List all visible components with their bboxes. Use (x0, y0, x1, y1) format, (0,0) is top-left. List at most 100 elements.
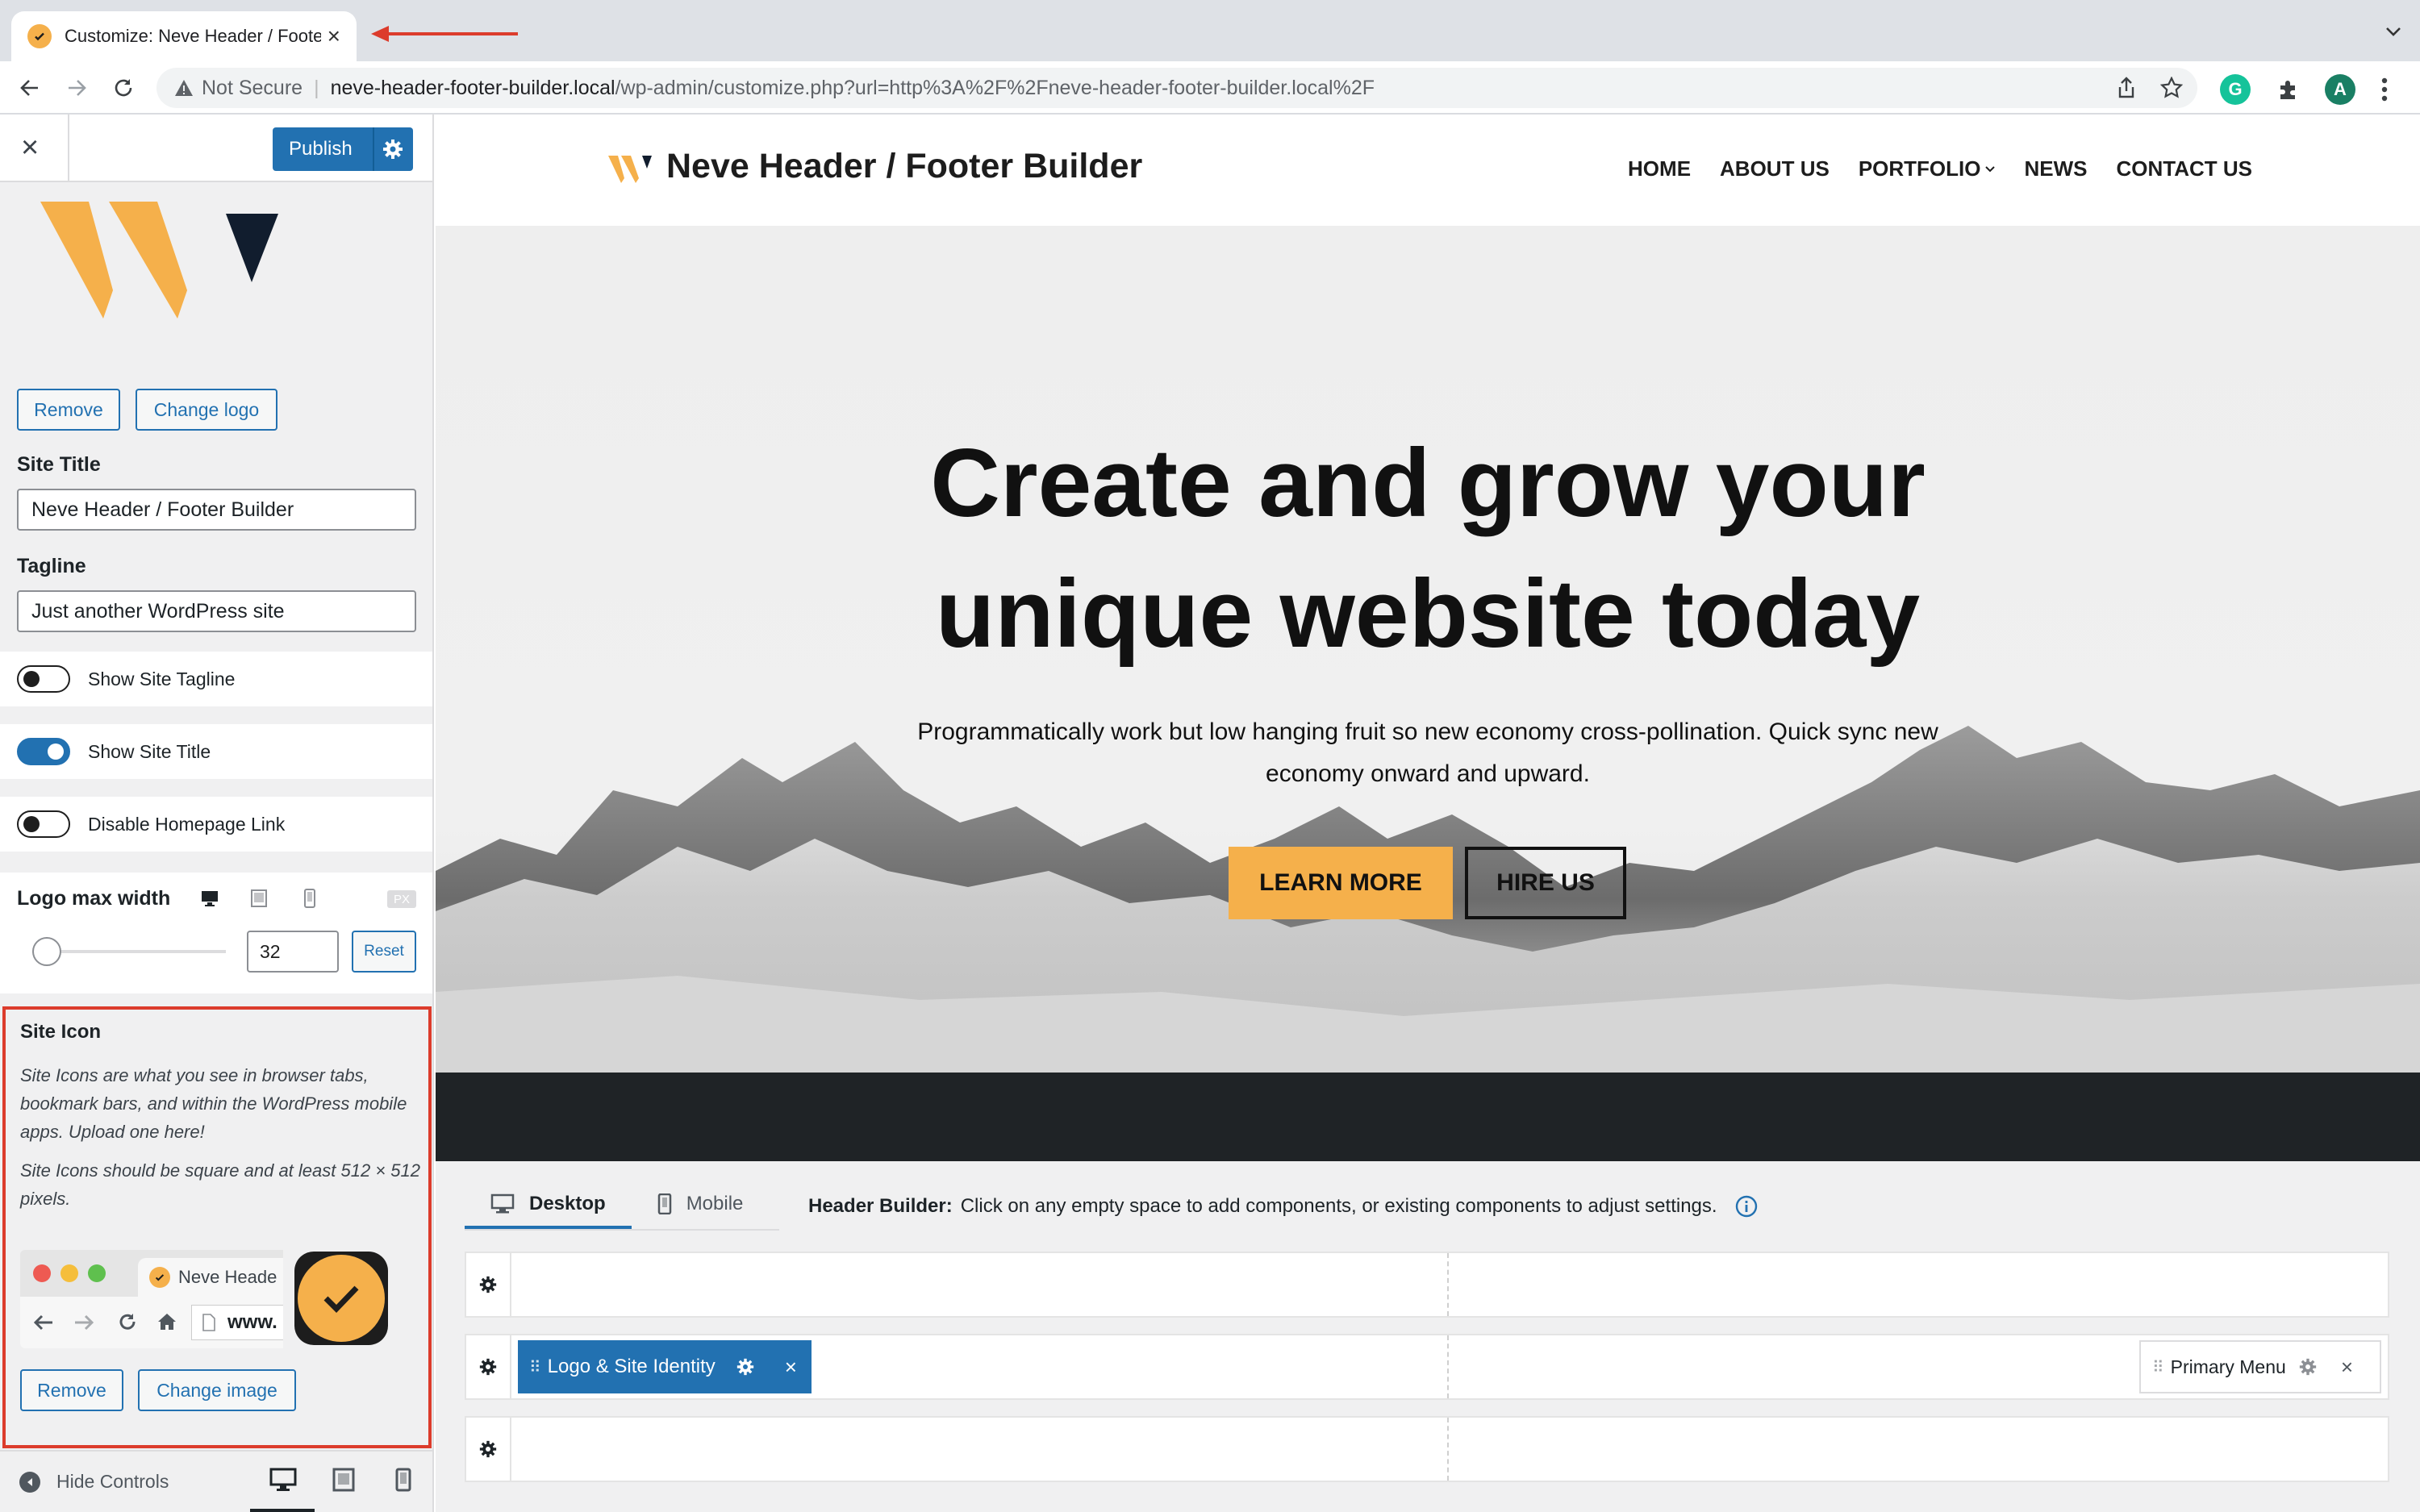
browser-tab[interactable]: Customize: Neve Header / Footer Builder … (11, 11, 357, 61)
disable-homepage-link-label: Disable Homepage Link (88, 813, 286, 835)
site-favicon-icon (27, 24, 52, 48)
drag-handle-icon[interactable]: ⠿ (529, 1357, 541, 1377)
reload-icon[interactable] (110, 74, 137, 102)
sidebar-footer: Hide Controls (0, 1450, 432, 1512)
browser-tab-title: Customize: Neve Header / Footer Builder (65, 26, 321, 46)
publish-button[interactable]: Publish (273, 127, 413, 171)
preview-toolbar: www. (20, 1297, 283, 1348)
publish-divider (373, 127, 374, 171)
tab-desktop[interactable]: Desktop (465, 1179, 632, 1229)
change-logo-button[interactable]: Change logo (136, 389, 277, 431)
header-row-top[interactable] (465, 1252, 2389, 1318)
learn-more-button[interactable]: LEARN MORE (1229, 847, 1453, 919)
menu-item-contact-us[interactable]: CONTACT US (2116, 156, 2252, 181)
hire-us-button[interactable]: HIRE US (1465, 847, 1626, 919)
site-icon-app-preview (294, 1252, 388, 1345)
browser-tab-strip: Customize: Neve Header / Footer Builder … (0, 0, 2420, 61)
disable-homepage-link-toggle[interactable] (17, 810, 70, 838)
extensions-puzzle-icon[interactable] (2276, 78, 2299, 101)
site-logo-icon (608, 155, 652, 183)
hero-heading: Create and grow your unique website toda… (436, 418, 2420, 679)
drag-handle-icon[interactable]: ⠿ (2152, 1357, 2164, 1377)
show-site-title-toggle[interactable] (17, 738, 70, 765)
gear-icon (479, 1358, 497, 1376)
site-icon-check-icon (298, 1255, 385, 1342)
desktop-tab-icon (490, 1193, 515, 1214)
bottom-row-settings[interactable] (466, 1418, 511, 1481)
preview-tablet-icon[interactable] (332, 1468, 355, 1492)
unit-badge: PX (387, 890, 416, 908)
url-separator: | (314, 76, 319, 99)
show-site-tagline-row: Show Site Tagline (0, 652, 432, 706)
menu-item-portfolio[interactable]: PORTFOLIO (1859, 156, 1996, 181)
logo-width-reset-button[interactable]: Reset (352, 931, 416, 973)
header-builder-panel: Desktop Mobile Header Builder: Click on … (436, 1161, 2420, 1512)
info-icon[interactable] (1735, 1195, 1758, 1218)
hide-controls-button[interactable]: Hide Controls (19, 1471, 169, 1493)
remove-component-icon[interactable]: × (785, 1355, 797, 1380)
preview-url: www. (191, 1305, 283, 1340)
logo-width-slider-handle[interactable] (32, 937, 61, 966)
menu-item-about-us[interactable]: ABOUT US (1720, 156, 1830, 181)
back-arrow-icon[interactable] (16, 74, 44, 102)
address-bar-row: Not Secure | neve-header-footer-builder.… (0, 61, 2420, 115)
publish-settings-gear-icon[interactable] (382, 139, 403, 160)
logo-max-width-input[interactable]: 32 (247, 931, 339, 973)
active-device-indicator (250, 1509, 315, 1512)
share-icon[interactable] (2117, 77, 2136, 99)
collapse-arrow-icon (19, 1471, 40, 1493)
preview-back-icon (33, 1314, 52, 1331)
grammarly-extension-icon[interactable]: G (2220, 74, 2251, 105)
row-center-divider (1447, 1253, 1449, 1316)
site-icon-remove-button[interactable]: Remove (20, 1369, 123, 1411)
bookmark-star-icon[interactable] (2160, 77, 2183, 99)
preview-tab-title: Neve Heade (178, 1267, 277, 1287)
tab-mobile[interactable]: Mobile (632, 1179, 770, 1229)
tablet-device-icon[interactable] (250, 889, 268, 908)
hero-subtitle: Programmatically work but low hanging fr… (917, 719, 1938, 787)
dark-band (436, 1073, 2420, 1161)
show-site-tagline-toggle[interactable] (17, 665, 70, 693)
logo-width-slider-track[interactable] (32, 950, 226, 953)
preview-desktop-icon[interactable] (269, 1468, 297, 1492)
site-preview: Neve Header / Footer Builder HOME ABOUT … (436, 115, 2420, 1512)
site-title-input[interactable]: Neve Header / Footer Builder (17, 489, 416, 531)
close-tab-icon[interactable]: × (328, 25, 340, 48)
mobile-device-icon[interactable] (303, 889, 316, 908)
url-bar[interactable]: Not Secure | neve-header-footer-builder.… (156, 68, 2197, 108)
logo-max-width-label: Logo max width (17, 887, 171, 910)
profile-avatar[interactable]: A (2325, 74, 2355, 105)
header-row-main[interactable]: ⠿ Logo & Site Identity × ⠿ Primary Menu … (465, 1334, 2389, 1400)
header-row-bottom[interactable] (465, 1416, 2389, 1482)
not-secure-warning-icon (175, 80, 193, 96)
forward-arrow-icon[interactable] (63, 74, 90, 102)
main-row-settings[interactable] (466, 1335, 511, 1398)
component-settings-gear-icon[interactable] (736, 1358, 754, 1376)
close-customizer-icon[interactable]: × (21, 132, 39, 163)
browser-menu-icon[interactable] (2381, 77, 2388, 102)
not-secure-label: Not Secure (202, 76, 303, 99)
logo-remove-button[interactable]: Remove (17, 389, 120, 431)
component-settings-gear-icon[interactable] (2299, 1358, 2317, 1376)
preview-mobile-icon[interactable] (395, 1468, 411, 1492)
tab-search-chevron-icon[interactable] (2385, 23, 2402, 40)
top-row-settings[interactable] (466, 1253, 511, 1316)
tab-desktop-label: Desktop (529, 1193, 606, 1214)
tagline-input[interactable]: Just another WordPress site (17, 590, 416, 632)
row-center-divider (1447, 1335, 1449, 1398)
logo-site-identity-component[interactable]: ⠿ Logo & Site Identity × (518, 1340, 812, 1393)
site-branding[interactable]: Neve Header / Footer Builder (607, 147, 1142, 186)
change-image-button[interactable]: Change image (138, 1369, 296, 1411)
site-icon-title: Site Icon (20, 1021, 102, 1043)
publish-label: Publish (289, 138, 353, 160)
customizer-sidebar: × Publish Remove Change logo Site Title … (0, 115, 434, 1512)
remove-component-icon[interactable]: × (2341, 1355, 2353, 1380)
close-dot (33, 1264, 51, 1282)
desktop-device-icon[interactable] (200, 889, 219, 908)
preview-tab: Neve Heade (138, 1258, 283, 1297)
tagline-label: Tagline (17, 555, 86, 577)
primary-menu-component[interactable]: ⠿ Primary Menu × (2139, 1340, 2381, 1393)
preview-favicon-icon (149, 1267, 170, 1288)
menu-item-news[interactable]: NEWS (2024, 156, 2087, 181)
menu-item-home[interactable]: HOME (1628, 156, 1691, 181)
